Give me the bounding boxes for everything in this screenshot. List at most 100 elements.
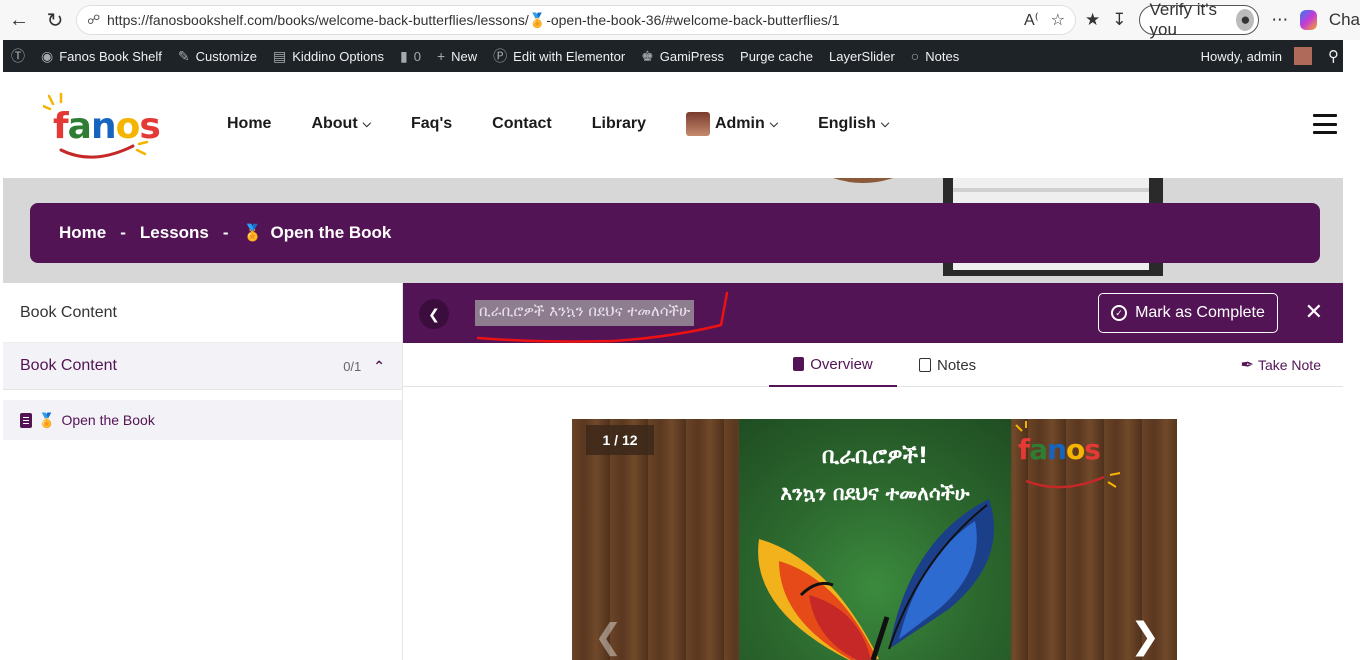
- chat-label[interactable]: Cha: [1329, 10, 1360, 30]
- take-note-label: Take Note: [1257, 357, 1321, 373]
- read-aloud-icon[interactable]: A⁽: [1024, 10, 1039, 30]
- butterfly-illustration: [758, 499, 994, 660]
- breadcrumb-lessons[interactable]: Lessons: [140, 223, 209, 243]
- nav-home[interactable]: Home: [227, 115, 271, 133]
- wp-search-icon[interactable]: ⚲: [1320, 40, 1343, 72]
- hamburger-menu-icon[interactable]: [1313, 114, 1337, 134]
- chevron-up-icon[interactable]: ⌃: [373, 358, 385, 375]
- verify-profile-button[interactable]: Verify it's you ●: [1138, 0, 1260, 39]
- nav-admin[interactable]: Admin ⌵: [685, 112, 779, 136]
- breadcrumb-home[interactable]: Home: [59, 223, 106, 243]
- cover-fanos-logo: fanos: [1012, 419, 1132, 499]
- admin-avatar: [1294, 47, 1312, 65]
- nav-library-label: Library: [591, 115, 646, 132]
- mark-complete-button[interactable]: ✓ Mark as Complete: [1098, 293, 1278, 333]
- wp-howdy[interactable]: Howdy, admin: [1193, 40, 1320, 72]
- next-page-chevron-icon[interactable]: ❯: [1130, 615, 1160, 657]
- previous-page-chevron-icon[interactable]: ❮: [594, 617, 623, 657]
- site-info-icon[interactable]: ☍: [87, 12, 107, 28]
- nav-contact[interactable]: Contact: [492, 115, 552, 133]
- tab-overview[interactable]: Overview: [769, 343, 897, 387]
- wp-edit-elementor[interactable]: Ⓟ Edit with Elementor: [485, 40, 633, 72]
- mark-complete-label: Mark as Complete: [1135, 304, 1265, 321]
- howdy-label: Howdy, admin: [1200, 48, 1282, 64]
- wp-customize[interactable]: ✎ Customize: [170, 40, 265, 72]
- fanos-logo[interactable]: fanos: [43, 92, 161, 162]
- book-icon: [793, 357, 805, 371]
- feather-pen-icon: ✒: [1240, 357, 1254, 374]
- wp-layerslider[interactable]: LayerSlider: [821, 40, 903, 72]
- wp-gamipress[interactable]: ♚ GamiPress: [633, 40, 732, 72]
- sidebar-title: Book Content: [3, 283, 402, 343]
- sidebar-section-toggle[interactable]: Book Content 0/1 ⌃: [3, 343, 402, 390]
- lesson-item-label: Open the Book: [61, 412, 155, 428]
- copilot-icon[interactable]: [1300, 10, 1317, 30]
- wp-new[interactable]: + New: [429, 40, 485, 72]
- tab-notes[interactable]: Notes: [919, 343, 976, 387]
- cover-logo-wordmark: fanos: [1018, 433, 1101, 466]
- customize-label: Customize: [195, 48, 257, 64]
- comments-count: 0: [413, 48, 421, 64]
- chevron-down-icon: ⌵: [362, 117, 371, 130]
- tab-overview-label: Overview: [810, 355, 873, 373]
- site-name-label: Fanos Book Shelf: [59, 48, 162, 64]
- wordpress-logo-icon[interactable]: Ⓣ: [3, 40, 33, 72]
- profile-avatar-icon: ●: [1236, 9, 1255, 31]
- check-circle-icon: ✓: [1111, 305, 1128, 321]
- layerslider-label: LayerSlider: [829, 48, 895, 64]
- breadcrumb-current: Open the Book: [270, 223, 392, 242]
- site-header: fanos Home About ⌵ Faq's Contact Library …: [3, 72, 1343, 178]
- book-cover-page: ቢራቢሮዎች! እንኳን በደህና ተመለሳችሁ: [739, 419, 1011, 660]
- main-nav: Home About ⌵ Faq's Contact Library Admin ⌵…: [227, 112, 929, 136]
- wp-purge-cache[interactable]: Purge cache: [732, 40, 821, 72]
- kiddino-label: Kiddino Options: [292, 48, 385, 64]
- breadcrumb-separator: -: [222, 223, 229, 242]
- medal-icon: 🏅: [38, 411, 56, 428]
- nav-english-label: English: [818, 115, 876, 132]
- nav-about-label: About: [311, 115, 358, 132]
- favorite-star-icon[interactable]: ☆: [1051, 10, 1065, 30]
- more-options-icon[interactable]: ⋯: [1271, 10, 1288, 30]
- chevron-down-icon: ⌵: [769, 117, 779, 130]
- reload-icon[interactable]: ↻: [38, 3, 72, 37]
- nav-faqs-label: Faq's: [411, 115, 453, 132]
- browser-toolbar: ← ↻ ☍ https://fanosbookshelf.com/books/w…: [0, 0, 1360, 40]
- nav-english[interactable]: English ⌵: [818, 115, 889, 133]
- wp-notes[interactable]: ○ Notes: [903, 40, 967, 72]
- cover-title-line1: ቢራቢሮዎች!: [821, 444, 929, 469]
- new-label: New: [451, 48, 478, 64]
- close-icon[interactable]: ✕: [1305, 300, 1323, 324]
- section-progress-count: 0/1: [343, 358, 362, 374]
- document-icon: [20, 412, 32, 428]
- plus-icon: +: [436, 48, 446, 64]
- take-note-button[interactable]: ✒ Take Note: [1241, 343, 1321, 387]
- wp-admin-bar: Ⓣ ◉ Fanos Book Shelf ✎ Customize ▤ Kiddino …: [3, 40, 1343, 72]
- breadcrumb-separator: -: [120, 223, 126, 242]
- nav-library[interactable]: Library: [592, 115, 646, 133]
- downloads-icon[interactable]: ↧: [1112, 10, 1126, 30]
- wp-kiddino-options[interactable]: ▤ Kiddino Options: [265, 40, 392, 72]
- nav-admin-label: Admin: [714, 115, 765, 132]
- nav-contact-label: Contact: [492, 115, 552, 132]
- elementor-icon: Ⓟ: [493, 48, 508, 64]
- wp-site-name[interactable]: ◉ Fanos Book Shelf: [33, 40, 170, 72]
- breadcrumb: Home - Lessons - 🏅 Open the Book: [30, 203, 1320, 263]
- back-arrow-icon[interactable]: ←: [2, 3, 36, 37]
- red-annotation-scribble: [476, 291, 729, 343]
- favorites-icon[interactable]: ★: [1085, 10, 1100, 30]
- nav-about[interactable]: About ⌵: [311, 115, 371, 133]
- sidebar-lesson-item[interactable]: 🏅 Open the Book: [3, 400, 402, 440]
- lesson-sidebar: Book Content Book Content 0/1 ⌃ 🏅 Open t…: [3, 283, 403, 660]
- wp-comments[interactable]: ▮ 0: [392, 40, 429, 72]
- flipbook-viewer[interactable]: 1 / 12 ቢራቢሮዎች! እንኳን በደህና ተመለሳችሁ fanos ❮ …: [572, 419, 1177, 660]
- address-bar[interactable]: ☍ https://fanosbookshelf.com/books/welco…: [76, 5, 1076, 35]
- nav-home-label: Home: [227, 115, 272, 132]
- comment-icon: ▮: [400, 47, 408, 64]
- tab-notes-label: Notes: [937, 356, 977, 374]
- chevron-left-icon[interactable]: ❮: [419, 299, 449, 329]
- url-text[interactable]: https://fanosbookshelf.com/books/welcome…: [107, 12, 1024, 29]
- page-banner: Home - Lessons - 🏅 Open the Book: [3, 178, 1343, 283]
- purge-label: Purge cache: [740, 48, 814, 64]
- admin-avatar: [685, 112, 710, 136]
- nav-faqs[interactable]: Faq's: [411, 115, 452, 133]
